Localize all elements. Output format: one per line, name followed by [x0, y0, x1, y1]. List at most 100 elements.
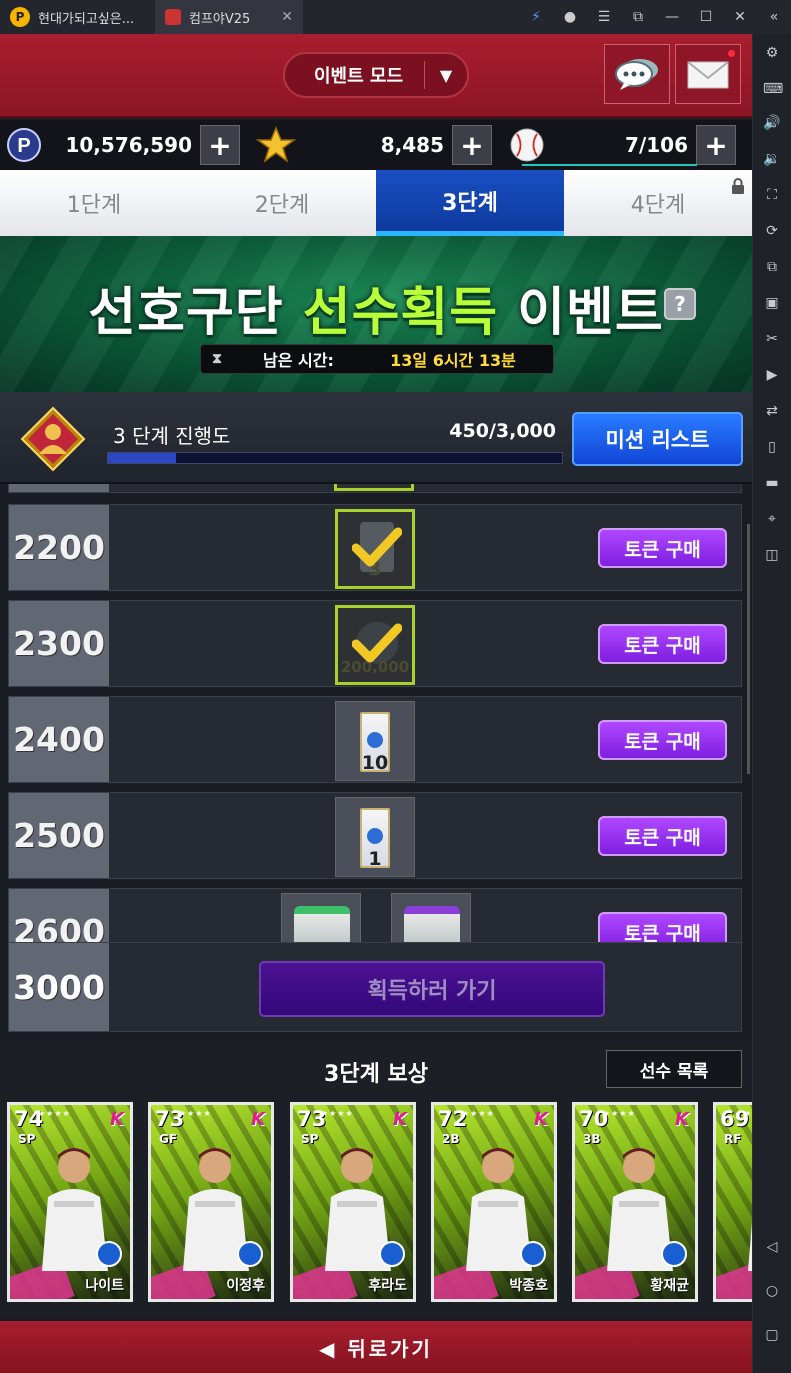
folder-icon[interactable]: ▬	[763, 474, 781, 492]
card-stars-icon: ★★★★	[462, 1109, 495, 1118]
card-player-name: 이정후	[226, 1278, 265, 1294]
volume-down-icon[interactable]: 🔉	[763, 150, 781, 168]
purple-box-icon	[404, 906, 460, 942]
add-points-button[interactable]: +	[200, 125, 240, 165]
green-box-icon	[294, 906, 350, 942]
buy-token-button[interactable]: 토큰 구매	[598, 624, 727, 664]
scissors-icon[interactable]: ✂	[763, 330, 781, 348]
player-card[interactable]: 69★★★★RFK	[713, 1102, 752, 1302]
back-button[interactable]: ◀ 뒤로가기	[0, 1321, 752, 1373]
tab-step-2[interactable]: 2단계	[188, 170, 376, 236]
keyboard-icon[interactable]: ⌨	[763, 80, 783, 98]
buy-token-button[interactable]: 토큰 구매	[598, 720, 727, 760]
card-position: 2B	[442, 1132, 460, 1146]
chat-button[interactable]	[604, 44, 670, 104]
points-value: 10,576,590	[65, 133, 192, 157]
restore-icon[interactable]: ⧉	[621, 9, 655, 25]
buy-token-button[interactable]: 토큰 구매	[598, 528, 727, 568]
add-stars-button[interactable]: +	[452, 125, 492, 165]
tab-step-1[interactable]: 1단계	[0, 170, 188, 236]
card-player-name: 박종호	[509, 1278, 548, 1294]
help-button[interactable]: ?	[664, 288, 696, 320]
browser-tab-2[interactable]: 컴프야V25 ✕	[155, 0, 303, 34]
milestone-row: 2400 10 토큰 구매	[8, 696, 742, 783]
top-bar: 이벤트 모드 ▼	[0, 34, 752, 118]
close-window-icon[interactable]: ✕	[723, 9, 757, 25]
milestone-row: 2300 200,000 토큰 구매	[8, 600, 742, 687]
sync-icon[interactable]: ⇄	[763, 402, 781, 420]
android-home-icon[interactable]: ○	[763, 1282, 781, 1300]
event-title: 선호구단 선수획득 이벤트	[0, 270, 752, 345]
final-milestone-row: 3000 획득하러 가기	[8, 942, 742, 1032]
balls-resource: 7/106 +	[508, 120, 736, 170]
reward-item[interactable]: 10	[335, 701, 415, 781]
player-card[interactable]: 72 ★★★★ 2B K 박종호	[431, 1102, 557, 1302]
mode-selector[interactable]: 이벤트 모드 ▼	[283, 52, 469, 98]
milestone-points	[9, 484, 109, 492]
maximize-icon[interactable]: ☐	[689, 9, 723, 25]
mail-envelope-icon	[687, 61, 729, 89]
player-card[interactable]: 73 ★★★★ SP K 후라도	[290, 1102, 416, 1302]
player-figure	[748, 1221, 752, 1271]
phone-icon[interactable]: ▯	[763, 438, 781, 456]
lightning-icon[interactable]: ⚡	[519, 9, 553, 25]
buy-token-button[interactable]: 토큰 구매	[598, 912, 727, 942]
reward-item[interactable]	[334, 484, 414, 491]
player-card[interactable]: 73 ★★★★ GF K 이정후	[148, 1102, 274, 1302]
reward-item[interactable]	[391, 893, 471, 942]
record-icon[interactable]: ▶	[763, 366, 781, 384]
tab-label: 2단계	[254, 193, 310, 218]
back-bar: ◀ 뒤로가기	[0, 1321, 752, 1373]
player-card[interactable]: 74 ★★★★ SP K 나이트	[7, 1102, 133, 1302]
multi-instance-icon[interactable]: ⧉	[763, 258, 781, 276]
volume-up-icon[interactable]: 🔊	[763, 114, 781, 132]
location-icon[interactable]: ⌖	[763, 510, 781, 528]
browser-tab-1[interactable]: P 현대가되고싶은...	[0, 0, 155, 34]
fullscreen-icon[interactable]: ⛶	[763, 186, 781, 204]
tab-step-3[interactable]: 3단계	[376, 170, 564, 236]
pack-logo	[367, 828, 383, 844]
event-banner: 선호구단 선수획득 이벤트 ? ⧗ 남은 시간: 13일 6시간 13분	[0, 236, 752, 392]
player-card[interactable]: 70 ★★★★ 3B K 황재균	[572, 1102, 698, 1302]
add-balls-button[interactable]: +	[696, 125, 736, 165]
milestone-list[interactable]: 2200 3 토큰 구매 2300 200,000 토큰 구매 2400 10	[0, 484, 752, 942]
settings-gear-icon[interactable]: ⚙	[763, 44, 781, 62]
account-icon[interactable]: ●	[553, 9, 587, 25]
team-logo-icon	[520, 1241, 546, 1267]
menu-icon[interactable]: ☰	[587, 9, 621, 25]
mail-button[interactable]	[675, 44, 741, 104]
list-scrollbar[interactable]	[747, 524, 750, 774]
close-tab-icon[interactable]: ✕	[281, 9, 293, 25]
tab-label: 4단계	[630, 193, 686, 218]
go-acquire-button[interactable]: 획득하러 가기	[259, 961, 605, 1017]
points-resource: P 10,576,590 +	[6, 120, 240, 170]
tab-label: 1단계	[66, 193, 122, 218]
mission-list-button[interactable]: 미션 리스트	[572, 412, 743, 466]
card-player-name: 후라도	[368, 1278, 407, 1294]
milestone-row-partial	[8, 484, 742, 493]
reward-item[interactable]: 200,000	[335, 605, 415, 685]
reward-item[interactable]: 1	[335, 797, 415, 877]
k-badge-icon: K	[393, 1109, 407, 1130]
android-recents-icon[interactable]: ▢	[763, 1326, 781, 1344]
reward-item[interactable]	[281, 893, 361, 942]
checkmark-icon	[352, 623, 402, 663]
game-favicon-icon	[165, 9, 181, 25]
collapse-sidebar-icon[interactable]: «	[757, 9, 791, 25]
browser-tab-title: 컴프야V25	[189, 11, 251, 27]
apk-icon[interactable]: ▣	[763, 294, 781, 312]
player-list-button[interactable]: 선수 목록	[606, 1050, 742, 1088]
milestone-row: 2600 토큰 구매	[8, 888, 742, 942]
tab-step-4[interactable]: 4단계	[564, 170, 752, 236]
minimize-icon[interactable]: —	[655, 9, 689, 25]
reward-item[interactable]: 3	[335, 509, 415, 589]
timer-value: 13일 6시간 13분	[390, 351, 516, 370]
milestone-points: 2600	[9, 889, 109, 942]
app-logo-icon: P	[10, 7, 30, 27]
layers-icon[interactable]: ◫	[763, 546, 781, 564]
notification-dot	[728, 50, 735, 57]
android-back-icon[interactable]: ◁	[763, 1238, 781, 1256]
macro-icon[interactable]: ⟳	[763, 222, 781, 240]
buy-token-button[interactable]: 토큰 구매	[598, 816, 727, 856]
mode-label: 이벤트 모드	[313, 66, 404, 87]
